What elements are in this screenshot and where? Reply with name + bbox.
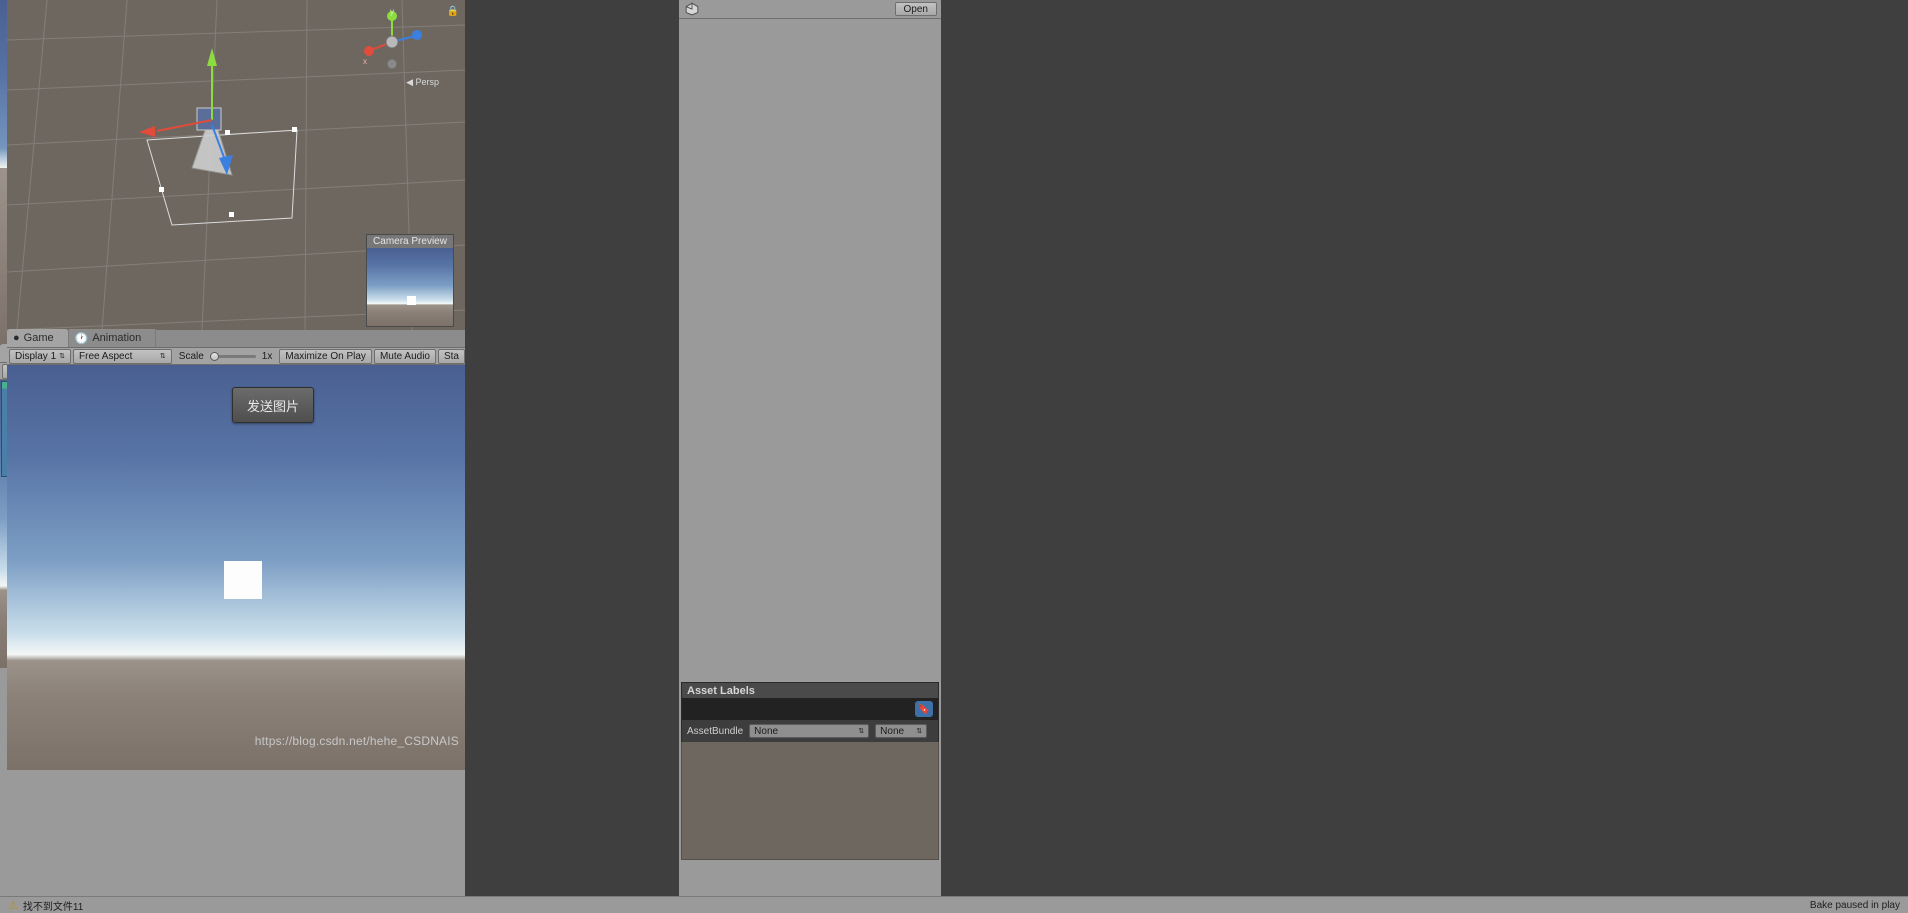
tab-animation[interactable]: 🕐 Animation xyxy=(68,329,157,347)
game-right-toolbar: Display 1 ⇅ Free Aspect ⇅ Scale 1x Maxim… xyxy=(7,348,465,365)
chevron-updown-icon: ⇅ xyxy=(159,352,166,360)
assetbundle-value: None xyxy=(754,725,779,737)
scale-label: Scale xyxy=(178,350,204,362)
lock-icon[interactable]: 🔒 xyxy=(447,6,459,17)
stats-toggle[interactable]: Sta xyxy=(437,348,465,364)
assetbundle-variant-value: None xyxy=(880,725,905,737)
chevron-updown-icon: ⇅ xyxy=(916,727,923,735)
game-right-tabbar: ● Game 🕐 Animation xyxy=(7,329,465,348)
unity-scene-icon xyxy=(685,2,699,19)
display-value: Display 1 xyxy=(15,350,57,362)
warning-icon: ⚠ xyxy=(8,899,18,912)
scale-value: 1x xyxy=(261,350,273,362)
unity-editor-window: ▼ ser Main Camera Directional Light setS… xyxy=(0,0,1908,913)
svg-text:x: x xyxy=(363,57,367,66)
chevron-updown-icon: ⇅ xyxy=(858,727,865,735)
scene-view-right[interactable]: y x ◀ Persp 🔒 Camera Preview xyxy=(7,0,465,330)
assetbundle-variant-dropdown[interactable]: None ⇅ xyxy=(875,724,928,738)
asset-labels-box: Asset Labels 🔖 AssetBundle None ⇅ None ⇅ xyxy=(681,682,939,742)
scene-view-gizmo[interactable]: y x xyxy=(357,6,427,76)
tab-label: Animation xyxy=(92,332,142,344)
camera-preview: Camera Preview xyxy=(366,234,454,327)
status-right-text: Bake paused in play xyxy=(1809,899,1900,911)
game-icon: ● xyxy=(13,332,20,344)
status-bar: ⚠ 找不到文件11 Bake paused in play xyxy=(0,896,1908,913)
game-view-right-render[interactable]: 发送图片 https://blog.csdn.net/hehe_CSDNAIS xyxy=(7,365,465,770)
mute-audio-toggle[interactable]: Mute Audio xyxy=(373,348,436,364)
tag-icon[interactable]: 🔖 xyxy=(915,701,933,717)
open-label: Open xyxy=(903,3,928,15)
mute-label: Mute Audio xyxy=(379,350,430,362)
cube-object xyxy=(224,561,262,599)
scene-view-persp-label[interactable]: ◀ Persp xyxy=(406,77,439,88)
asset-labels-title: Asset Labels xyxy=(682,683,938,698)
open-button[interactable]: Open xyxy=(894,2,937,16)
chevron-updown-icon: ⇅ xyxy=(59,352,66,360)
assetbundle-row: AssetBundle None ⇅ None ⇅ xyxy=(682,720,938,742)
watermark-text: https://blog.csdn.net/hehe_CSDNAIS xyxy=(254,734,459,748)
asset-preview-area xyxy=(679,19,941,679)
send-image-label: 发送图片 xyxy=(246,398,299,414)
stats-label: Sta xyxy=(443,350,459,362)
aspect-value: Free Aspect xyxy=(79,350,133,362)
status-message: 找不到文件11 xyxy=(22,901,84,913)
asset-inspector-panel: Open Asset Labels 🔖 AssetBundle None ⇅ No… xyxy=(679,0,941,913)
svg-text:y: y xyxy=(390,7,394,16)
asset-inspector-header: Open xyxy=(679,0,941,19)
send-image-button[interactable]: 发送图片 xyxy=(232,387,314,423)
maximize-label: Maximize On Play xyxy=(285,350,366,362)
scale-slider[interactable]: Scale 1x xyxy=(174,349,278,364)
assetbundle-label: AssetBundle xyxy=(687,725,744,737)
assetbundle-dropdown[interactable]: None ⇅ xyxy=(749,724,870,738)
tab-game[interactable]: ● Game xyxy=(7,329,69,347)
maximize-on-play-toggle[interactable]: Maximize On Play xyxy=(279,348,372,364)
aspect-dropdown[interactable]: Free Aspect ⇅ xyxy=(73,348,172,364)
camera-preview-render xyxy=(367,248,453,326)
display-dropdown[interactable]: Display 1 ⇅ xyxy=(9,348,72,364)
asset-labels-list[interactable]: 🔖 xyxy=(682,698,938,720)
tab-label: Game xyxy=(23,332,54,344)
game-view-right-panel: ● Game 🕐 Animation Display 1 ⇅ Free Aspe… xyxy=(7,329,465,913)
clock-icon: 🕐 xyxy=(74,332,89,345)
asset-labels-title-label: Asset Labels xyxy=(687,684,755,697)
camera-preview-title: Camera Preview xyxy=(367,235,453,248)
